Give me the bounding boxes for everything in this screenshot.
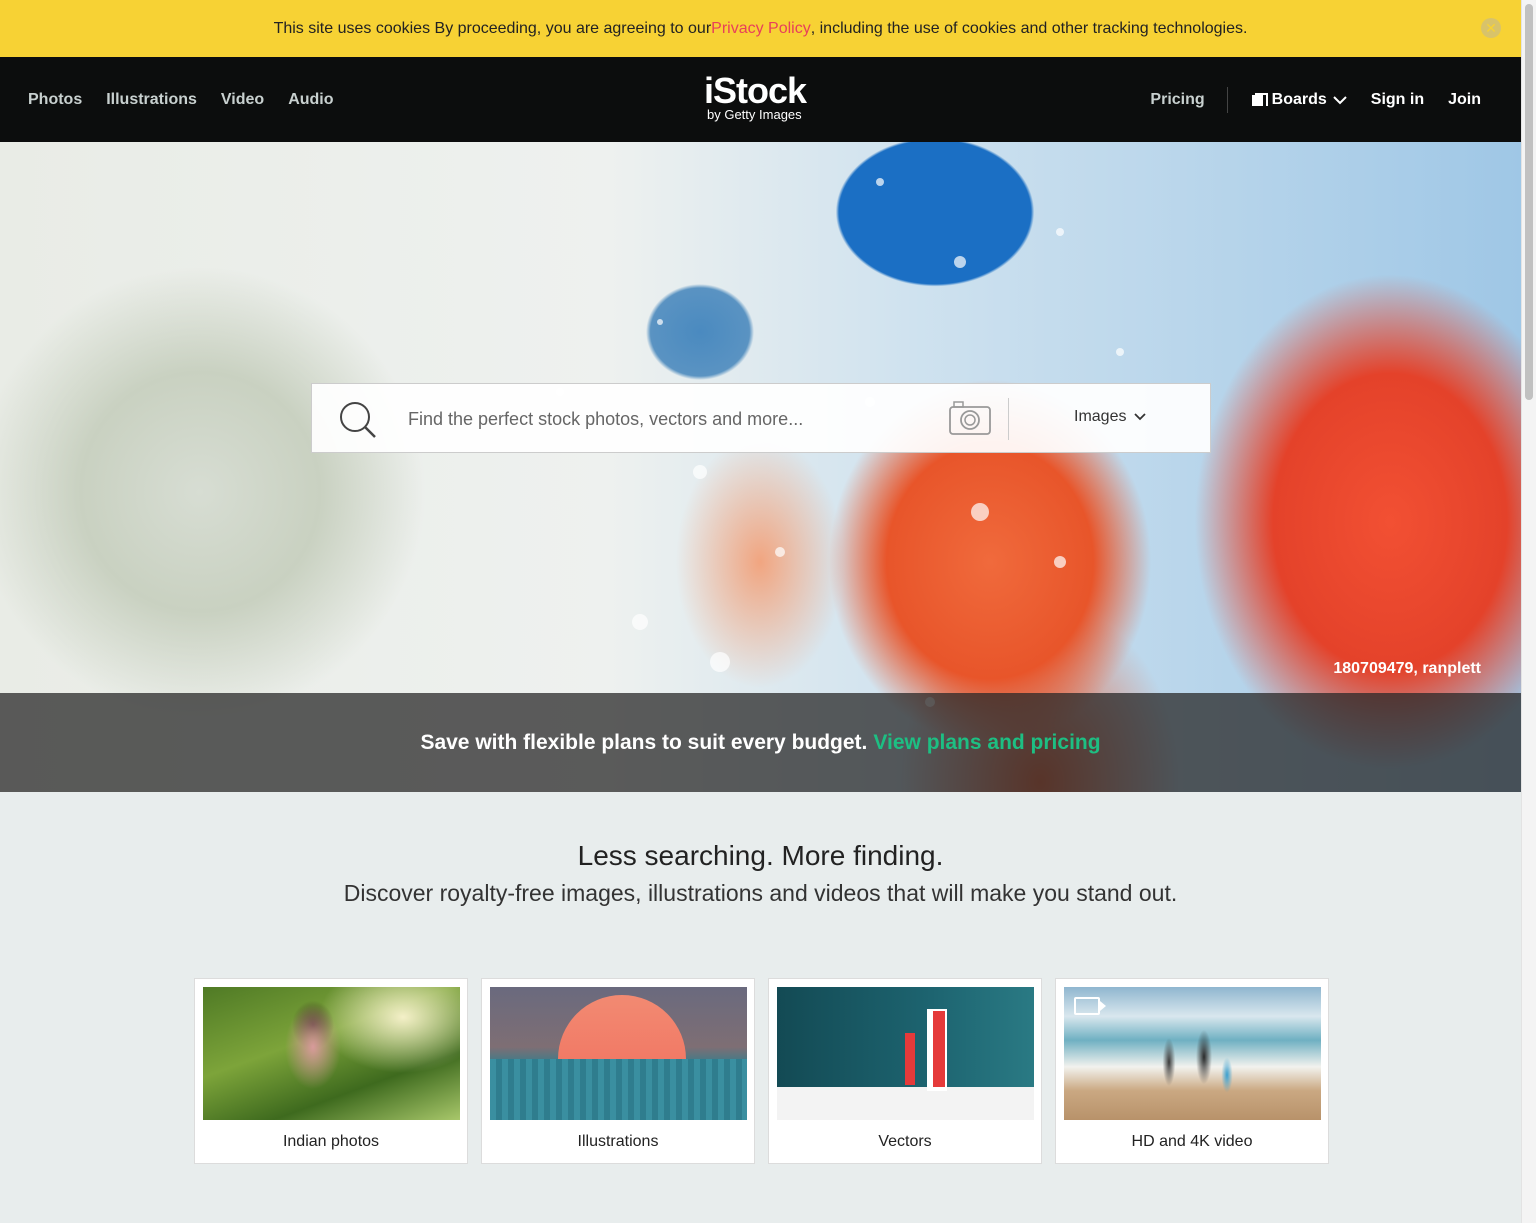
camera-icon[interactable]	[949, 400, 991, 436]
card-label: Vectors	[878, 1133, 932, 1150]
card-label: Indian photos	[282, 1133, 380, 1150]
sign-in-link[interactable]: Sign in	[1371, 91, 1424, 109]
search-type-label: Images	[1074, 408, 1127, 425]
illustrations-thumbnail	[490, 987, 747, 1120]
nav-audio[interactable]: Audio	[288, 91, 333, 109]
figure-shape	[905, 1033, 915, 1085]
cookie-text-after: , including the use of cookies and other…	[810, 19, 1248, 37]
intro-title: Less searching. More finding.	[577, 840, 944, 871]
image-credit: 180709479, ranplett	[1333, 660, 1481, 677]
vectors-thumbnail	[777, 987, 1034, 1120]
card-label: HD and 4K video	[1131, 1133, 1253, 1150]
page: This site uses cookies By proceeding, yo…	[0, 0, 1521, 1223]
nav-photos[interactable]: Photos	[28, 91, 82, 109]
promo-text: Save with flexible plans to suit every b…	[420, 730, 868, 754]
video-thumbnail	[1064, 987, 1321, 1120]
search-type-dropdown[interactable]: Images	[1074, 408, 1147, 426]
card-illustrations[interactable]: Illustrations	[481, 978, 755, 1164]
privacy-policy-link[interactable]: Privacy Policy	[711, 20, 811, 38]
cookie-text-before: This site uses cookies By proceeding, yo…	[273, 19, 712, 37]
search-icon[interactable]	[338, 400, 378, 440]
search-divider	[1008, 398, 1009, 440]
search-bar: Images	[311, 383, 1211, 453]
card-indian-photos[interactable]: Indian photos	[194, 978, 468, 1164]
view-plans-link[interactable]: View plans and pricing	[873, 731, 1100, 755]
account-nav: Pricing Boards Sign in Join	[1150, 57, 1481, 142]
join-link[interactable]: Join	[1448, 91, 1481, 109]
door-red-shape	[933, 1011, 945, 1087]
card-hd-4k-video[interactable]: HD and 4K video	[1055, 978, 1329, 1164]
card-vectors[interactable]: Vectors	[768, 978, 1042, 1164]
boards-label: Boards	[1271, 90, 1327, 108]
page-scrollbar[interactable]	[1521, 0, 1536, 1223]
istock-logo[interactable]: iStock by Getty Images	[704, 70, 824, 123]
close-icon[interactable]: ✕	[1481, 18, 1501, 38]
card-label: Illustrations	[577, 1133, 659, 1150]
intro-subtitle: Discover royalty-free images, illustrati…	[343, 880, 1178, 906]
ground-shape	[490, 1059, 747, 1120]
promo-bar: Save with flexible plans to suit every b…	[0, 693, 1521, 792]
hero-banner: 180709479, ranplett Save with flexible p…	[0, 142, 1521, 792]
search-input[interactable]	[408, 400, 928, 438]
boards-icon	[1251, 92, 1268, 107]
beach-people	[1149, 1017, 1239, 1097]
site-header: Photos Illustrations Video Audio iStock …	[0, 57, 1521, 142]
floor-shape	[777, 1087, 1034, 1120]
chevron-down-icon	[1333, 95, 1347, 104]
scrollbar-thumb[interactable]	[1525, 4, 1533, 400]
boards-menu[interactable]: Boards	[1251, 90, 1347, 109]
chevron-down-icon	[1134, 413, 1147, 421]
video-camera-icon	[1074, 997, 1106, 1015]
cookie-banner: This site uses cookies By proceeding, yo…	[0, 0, 1521, 57]
primary-nav: Photos Illustrations Video Audio	[28, 57, 334, 142]
nav-video[interactable]: Video	[221, 91, 264, 109]
indian-photos-thumbnail	[203, 987, 460, 1120]
nav-pricing[interactable]: Pricing	[1150, 86, 1228, 113]
logo-wordmark: iStock	[704, 70, 807, 111]
category-cards: Indian photos Illustrations Vectors HD a…	[194, 978, 1329, 1164]
nav-illustrations[interactable]: Illustrations	[106, 91, 197, 109]
